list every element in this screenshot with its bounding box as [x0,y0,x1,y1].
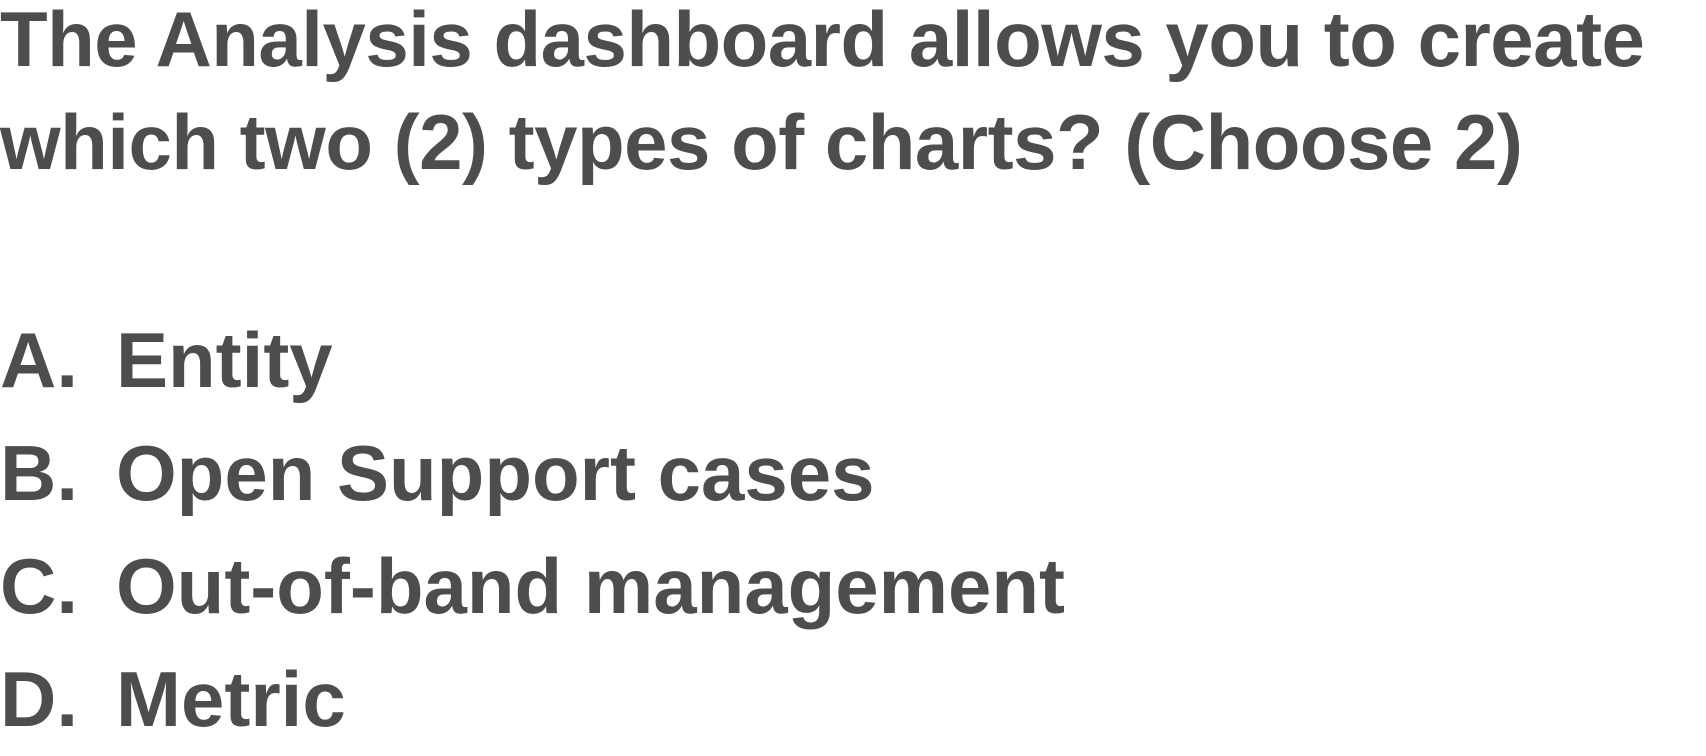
option-c[interactable]: C. Out-of-band management [0,530,1065,643]
option-label: Open Support cases [116,429,875,517]
option-b[interactable]: B. Open Support cases [0,417,1065,530]
question-text: The Analysis dashboard allows you to cre… [0,0,1706,194]
option-letter: B. [0,429,78,517]
option-letter: A. [0,316,78,404]
option-label: Entity [116,316,333,404]
answer-options: A. Entity B. Open Support cases C. Out-o… [0,304,1065,756]
option-label: Metric [116,655,346,743]
option-d[interactable]: D. Metric [0,643,1065,756]
option-letter: C. [0,542,78,630]
option-letter: D. [0,655,78,743]
option-label: Out-of-band management [116,542,1065,630]
question-line-2: which two (2) types of charts? (Choose 2… [0,98,1523,186]
option-a[interactable]: A. Entity [0,304,1065,417]
question-line-1: The Analysis dashboard allows you to cre… [0,0,1645,83]
quiz-slide: The Analysis dashboard allows you to cre… [0,0,1706,743]
